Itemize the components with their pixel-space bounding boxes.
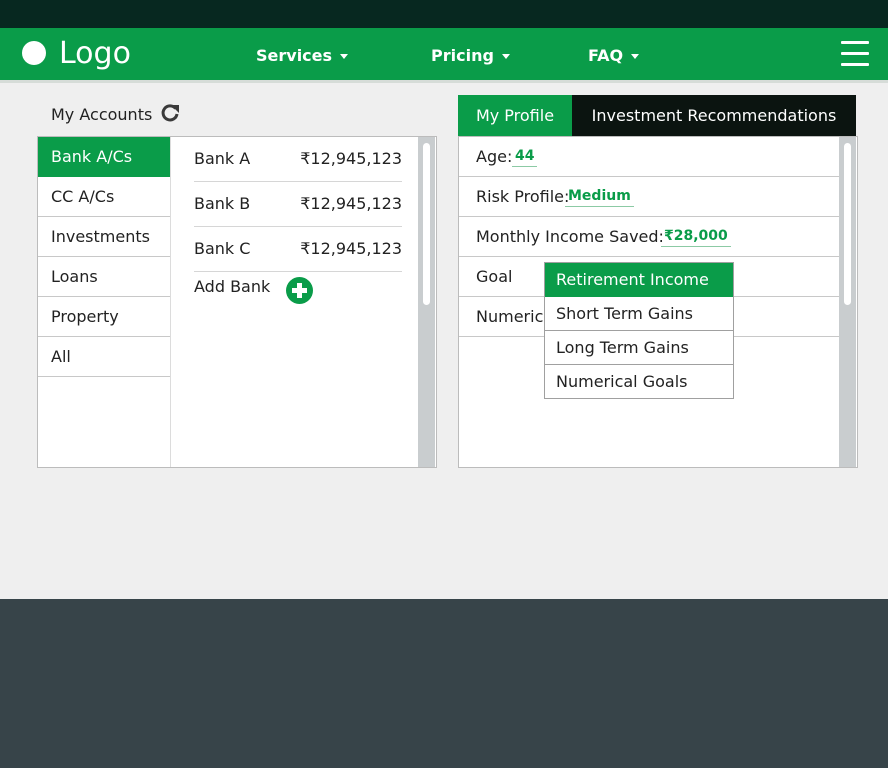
risk-label: Risk Profile: — [476, 187, 570, 206]
bank-row[interactable]: Bank C ₹12,945,123 — [194, 227, 402, 272]
nav-services-label: Services — [256, 46, 333, 65]
nav-faq-label: FAQ — [588, 46, 624, 65]
my-accounts-title: My Accounts — [51, 105, 153, 124]
refresh-icon[interactable] — [160, 103, 180, 123]
category-bank[interactable]: Bank A/Cs — [38, 137, 170, 177]
numerical-label: Numerica — [476, 307, 554, 326]
income-label: Monthly Income Saved: — [476, 227, 664, 246]
category-investments[interactable]: Investments — [38, 217, 170, 257]
bank-row[interactable]: Bank B ₹12,945,123 — [194, 182, 402, 227]
bank-name: Bank B — [194, 194, 251, 213]
bank-list: Bank A ₹12,945,123 Bank B ₹12,945,123 Ba… — [194, 137, 402, 272]
footer — [0, 599, 888, 768]
nav-pricing[interactable]: Pricing — [431, 46, 510, 65]
category-loans[interactable]: Loans — [38, 257, 170, 297]
top-strip — [0, 0, 888, 28]
goal-option-numerical[interactable]: Numerical Goals — [545, 365, 733, 398]
age-label: Age: — [476, 147, 513, 166]
risk-value[interactable]: Medium — [565, 188, 634, 207]
goal-label: Goal — [476, 267, 513, 286]
bank-name: Bank A — [194, 149, 251, 168]
income-value[interactable]: ₹28,000 — [661, 228, 731, 247]
tab-investment-recommendations[interactable]: Investment Recommendations — [572, 95, 856, 136]
bank-amount: ₹12,945,123 — [300, 194, 402, 213]
add-bank-label[interactable]: Add Bank — [194, 277, 270, 296]
category-property[interactable]: Property — [38, 297, 170, 337]
goal-dropdown[interactable]: Retirement Income Short Term Gains Long … — [544, 262, 734, 399]
caret-down-icon — [631, 54, 640, 59]
accounts-scrollbar[interactable] — [418, 137, 435, 467]
scrollbar-thumb[interactable] — [844, 143, 851, 305]
profile-row-risk: Risk Profile: Medium — [459, 177, 839, 217]
nav-pricing-label: Pricing — [431, 46, 494, 65]
profile-row-age: Age: 44 — [459, 137, 839, 177]
bank-row[interactable]: Bank A ₹12,945,123 — [194, 137, 402, 182]
nav-faq[interactable]: FAQ — [588, 46, 640, 65]
logo-circle-icon — [22, 41, 46, 65]
goal-option-short-term[interactable]: Short Term Gains — [545, 297, 733, 331]
category-all[interactable]: All — [38, 337, 170, 377]
goal-option-retirement[interactable]: Retirement Income — [545, 263, 733, 297]
logo[interactable]: Logo — [59, 36, 131, 71]
bank-name: Bank C — [194, 239, 251, 258]
navbar: Logo Services Pricing FAQ — [0, 28, 888, 83]
scrollbar-thumb[interactable] — [423, 143, 430, 305]
bank-amount: ₹12,945,123 — [300, 149, 402, 168]
caret-down-icon — [501, 54, 510, 59]
add-bank-plus-icon[interactable] — [286, 277, 313, 304]
goal-option-long-term[interactable]: Long Term Gains — [545, 331, 733, 365]
category-cc[interactable]: CC A/Cs — [38, 177, 170, 217]
hamburger-menu-icon[interactable] — [841, 41, 869, 67]
nav-services[interactable]: Services — [256, 46, 349, 65]
tab-my-profile[interactable]: My Profile — [458, 95, 572, 136]
age-value[interactable]: 44 — [512, 148, 538, 167]
profile-scrollbar[interactable] — [839, 137, 856, 467]
account-categories: Bank A/Cs CC A/Cs Investments Loans Prop… — [38, 137, 171, 467]
bank-amount: ₹12,945,123 — [300, 239, 402, 258]
profile-row-income: Monthly Income Saved: ₹28,000 — [459, 217, 839, 257]
accounts-panel: Bank A/Cs CC A/Cs Investments Loans Prop… — [37, 136, 437, 468]
caret-down-icon — [340, 54, 349, 59]
